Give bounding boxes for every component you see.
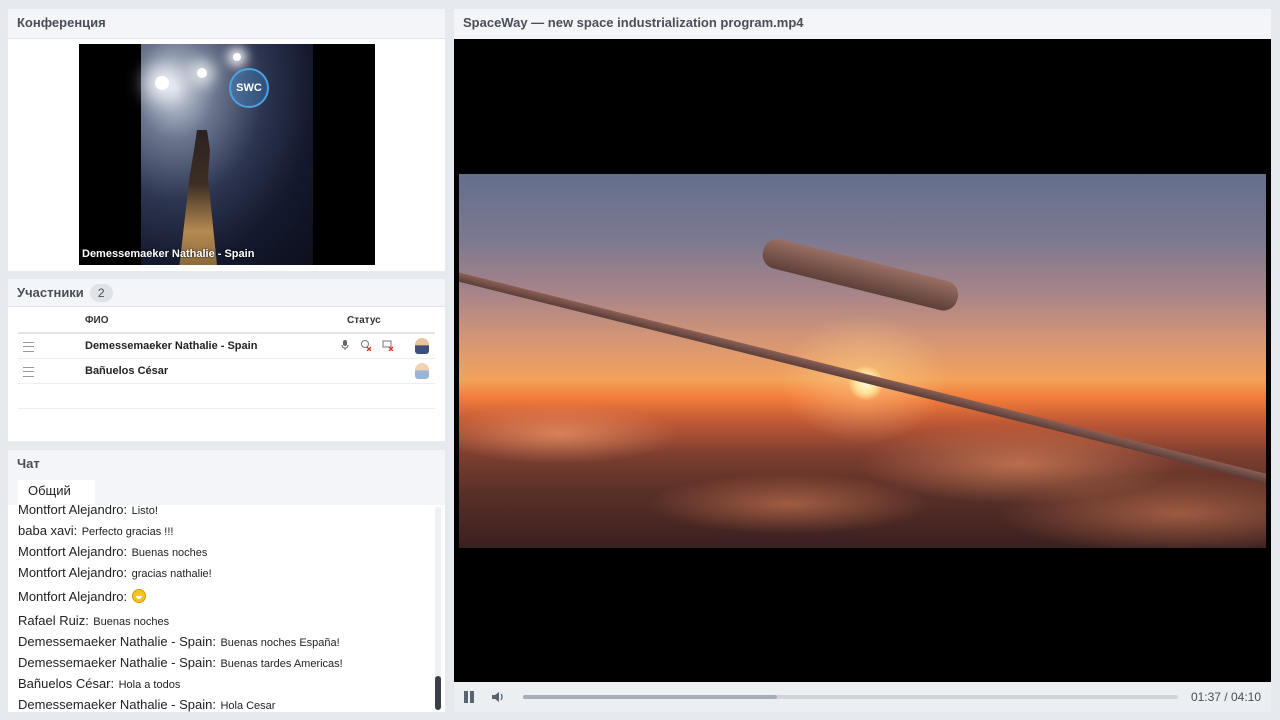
message-author: Montfort Alejandro: [18, 544, 128, 559]
chat-message-list: Montfort Alejandro: Listo! baba xavi: Pe… [18, 505, 428, 712]
participant-row[interactable]: Demessemaeker Nathalie - Spain [18, 334, 435, 359]
participants-title: Участники [17, 285, 84, 300]
user-icon [415, 363, 429, 379]
speaker-label: Demessemaeker Nathalie - Spain [82, 248, 255, 260]
message-author: Demessemaeker Nathalie - Spain: [18, 634, 216, 649]
column-name: ФИО [85, 315, 109, 326]
message-author: Demessemaeker Nathalie - Spain: [18, 655, 216, 670]
chat-tab-general[interactable]: Общий [18, 480, 95, 504]
pause-button[interactable] [463, 691, 475, 703]
message-author: baba xavi: [18, 523, 78, 538]
chat-scrollbar-thumb[interactable] [435, 676, 441, 710]
participants-panel: Участники 2 ФИО Статус Demessemaeker Nath… [8, 279, 445, 441]
conference-video[interactable]: SWC Demessemaeker Nathalie - Spain [79, 44, 375, 265]
player-controls: 01:37 / 04:10 [454, 682, 1271, 712]
camera-off-icon[interactable] [360, 339, 372, 352]
chat-messages[interactable]: Montfort Alejandro: Listo! baba xavi: Pe… [8, 505, 445, 712]
seek-progress [523, 695, 778, 699]
message-text: Buenas noches [93, 616, 170, 628]
chat-panel: Чат Общий Montfort Alejandro: Listo! bab… [8, 450, 445, 712]
clouds [459, 394, 1266, 548]
message-author: Montfort Alejandro: [18, 565, 128, 580]
chat-message: baba xavi: Perfecto gracias !!! [18, 520, 428, 541]
message-author: Montfort Alejandro: [18, 589, 128, 604]
message-author: Montfort Alejandro: [18, 505, 128, 517]
grin-emoji-icon [131, 589, 146, 603]
chat-message: Montfort Alejandro: gracias nathalie! [18, 562, 428, 583]
chat-message: Demessemaeker Nathalie - Spain: Buenas t… [18, 652, 428, 673]
chat-message: Montfort Alejandro: Listo! [18, 505, 428, 520]
chat-message: Rafael Ruiz: Buenas noches [18, 610, 428, 631]
participant-name: Bañuelos César [85, 365, 169, 377]
column-status: Статус [347, 315, 381, 326]
message-text: Buenas noches España! [220, 637, 340, 649]
singer-figure [179, 130, 217, 265]
conference-panel: Конференция SWC Demessemaeker Nathalie -… [8, 9, 445, 271]
mic-icon[interactable] [339, 339, 351, 351]
message-text: Listo! [131, 505, 158, 517]
volume-icon[interactable] [491, 690, 505, 704]
video-frame[interactable] [459, 174, 1266, 548]
seek-bar[interactable] [523, 695, 1178, 699]
message-text: Buenas tardes Americas! [220, 658, 343, 670]
message-author: Demessemaeker Nathalie - Spain: [18, 697, 216, 712]
chat-title: Чат [8, 450, 445, 480]
stage-image: SWC [141, 44, 313, 265]
empty-row [18, 384, 435, 409]
rail-capsule [759, 236, 962, 314]
chat-message: Demessemaeker Nathalie - Spain: Hola Ces… [18, 694, 428, 712]
message-text: Hola Cesar [220, 700, 276, 712]
chat-message: Montfort Alejandro: Buenas noches [18, 541, 428, 562]
chat-message: Montfort Alejandro: [18, 583, 428, 610]
video-title: SpaceWay — new space industrialization p… [454, 9, 1271, 39]
message-author: Bañuelos César: [18, 676, 115, 691]
chat-scrollbar[interactable] [435, 507, 441, 710]
message-text: Buenas noches [131, 547, 208, 559]
chat-message: Demessemaeker Nathalie - Spain: Buenas n… [18, 631, 428, 652]
video-player-panel: SpaceWay — new space industrialization p… [454, 9, 1271, 712]
user-presenter-icon [415, 338, 429, 354]
message-author: Rafael Ruiz: [18, 613, 89, 628]
swc-logo: SWC [229, 68, 269, 108]
screen-off-icon[interactable] [382, 339, 394, 352]
chat-message: Bañuelos César: Hola a todos [18, 673, 428, 694]
participant-name: Demessemaeker Nathalie - Spain [85, 340, 258, 352]
drag-handle-icon[interactable] [23, 342, 34, 352]
participants-header: Участники 2 [8, 279, 445, 307]
drag-handle-icon[interactable] [23, 367, 34, 377]
conference-title: Конференция [8, 9, 445, 39]
message-text: Perfecto gracias !!! [81, 526, 174, 538]
message-text: Hola a todos [118, 679, 181, 691]
participant-row[interactable]: Bañuelos César [18, 359, 435, 384]
participants-table-header: ФИО Статус [18, 312, 435, 334]
participants-table: ФИО Статус Demessemaeker Nathalie - Spai… [18, 312, 435, 409]
participants-count-badge: 2 [89, 284, 113, 302]
message-text: gracias nathalie! [131, 568, 212, 580]
time-display: 01:37 / 04:10 [1190, 690, 1261, 704]
